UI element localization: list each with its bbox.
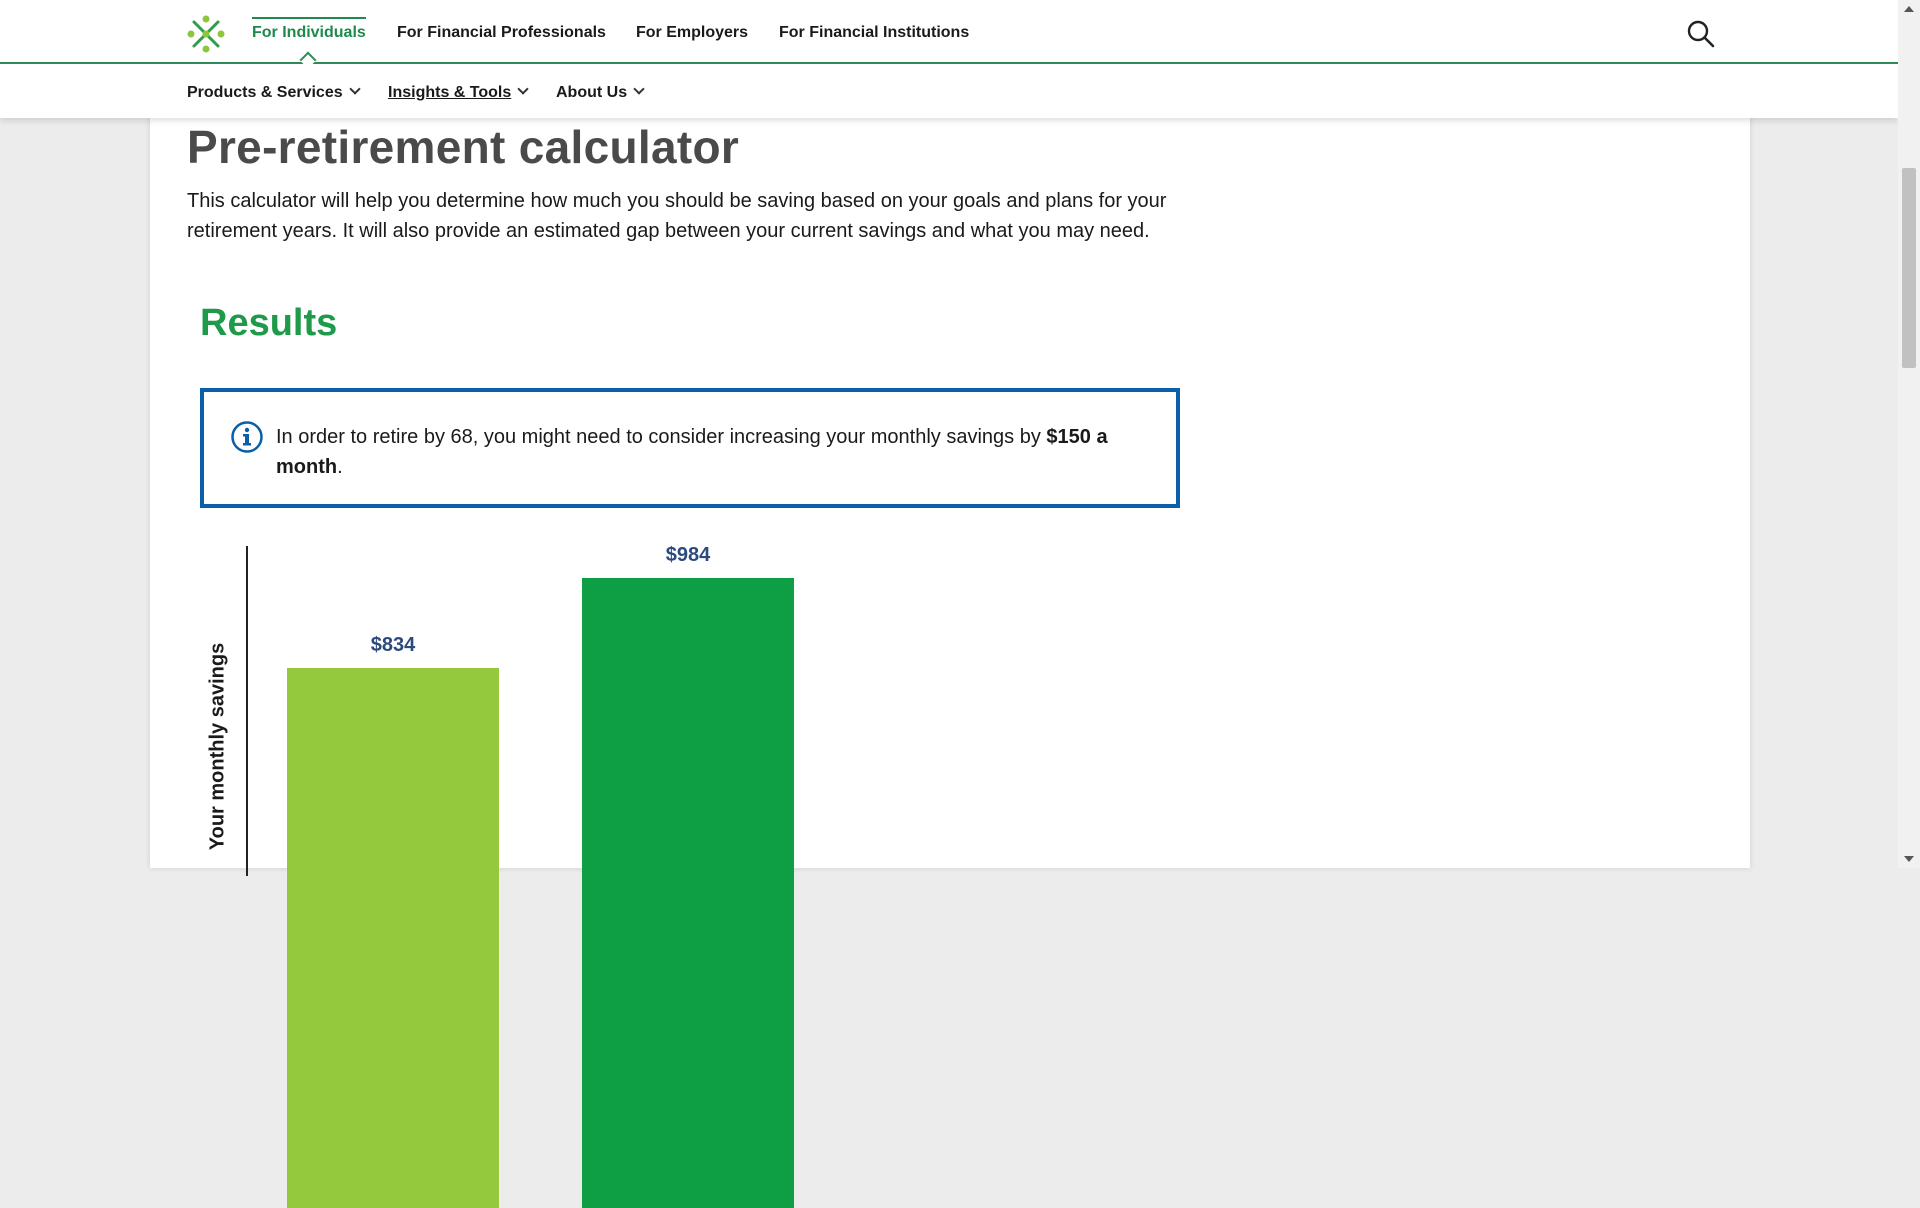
alert-text-prefix: In order to retire by 68, you might need… bbox=[276, 426, 1047, 448]
page-title: Pre-retirement calculator bbox=[187, 121, 740, 173]
nav-for-financial-institutions[interactable]: For Financial Institutions bbox=[779, 24, 969, 42]
active-tab-indicator bbox=[252, 17, 366, 19]
results-heading: Results bbox=[200, 302, 338, 344]
chevron-down-icon bbox=[517, 83, 529, 95]
nav-for-individuals[interactable]: For Individuals bbox=[252, 24, 366, 42]
chevron-down-icon bbox=[633, 83, 645, 95]
scroll-down-arrow-icon[interactable] bbox=[1904, 856, 1914, 862]
alert-text-suffix: . bbox=[337, 456, 343, 478]
subnav-label: Insights & Tools bbox=[388, 84, 512, 101]
y-axis-line bbox=[246, 546, 248, 876]
y-axis-label: Your monthly savings bbox=[206, 642, 229, 851]
subnav-label: About Us bbox=[556, 84, 628, 101]
ascensus-logo-icon[interactable] bbox=[186, 14, 226, 54]
subnav-about-us[interactable]: About Us bbox=[556, 83, 645, 102]
page-scrollbar[interactable] bbox=[1898, 0, 1920, 868]
scroll-thumb[interactable] bbox=[1902, 168, 1916, 368]
sub-navigation: Products & Services Insights & Tools Abo… bbox=[0, 64, 1898, 118]
bar-0 bbox=[287, 667, 499, 1208]
nav-for-financial-professionals[interactable]: For Financial Professionals bbox=[397, 24, 606, 42]
scroll-up-arrow-icon[interactable] bbox=[1904, 6, 1914, 12]
savings-alert: In order to retire by 68, you might need… bbox=[200, 388, 1180, 508]
search-icon[interactable] bbox=[1686, 19, 1716, 49]
top-navigation: For Individuals For Financial Profession… bbox=[0, 0, 1898, 64]
chevron-down-icon bbox=[348, 83, 361, 95]
subnav-label: Products & Services bbox=[187, 84, 343, 101]
subnav-insights-tools[interactable]: Insights & Tools bbox=[388, 83, 529, 102]
nav-for-employers[interactable]: For Employers bbox=[636, 24, 748, 42]
subnav-products-services[interactable]: Products & Services bbox=[187, 83, 361, 102]
bar-value-label-0: $834 bbox=[370, 633, 416, 656]
alert-text: In order to retire by 68, you might need… bbox=[276, 422, 1156, 482]
bar-value-label-1: $984 bbox=[665, 543, 711, 566]
intro-paragraph: This calculator will help you determine … bbox=[187, 190, 1167, 242]
bar-1 bbox=[582, 577, 794, 1208]
info-icon bbox=[231, 421, 263, 453]
